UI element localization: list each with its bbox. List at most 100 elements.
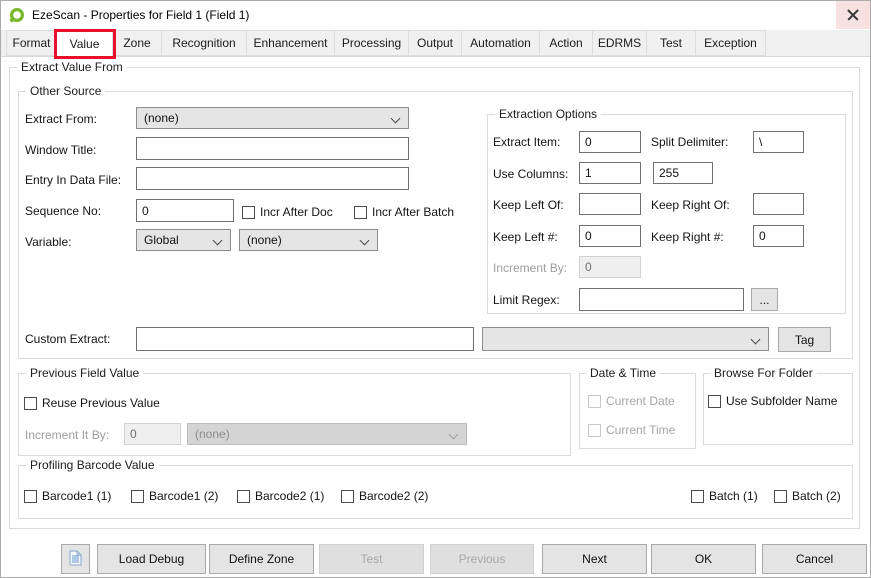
checkbox-box	[588, 395, 601, 408]
window-title: EzeScan - Properties for Field 1 (Field …	[32, 8, 249, 22]
extract-from-select[interactable]: (none)	[136, 107, 409, 129]
ok-button[interactable]: OK	[651, 544, 756, 574]
checkbox-box	[237, 490, 250, 503]
checkbox-box	[242, 206, 255, 219]
keep-left-of-input[interactable]	[579, 193, 641, 215]
current-date-checkbox: Current Date	[588, 393, 675, 409]
tag-button[interactable]: Tag	[778, 327, 831, 352]
custom-extract-label: Custom Extract:	[25, 332, 110, 347]
tab-automation[interactable]: Automation	[461, 30, 540, 56]
custom-extract-tag-select[interactable]	[482, 327, 769, 351]
tab-edrms[interactable]: EDRMS	[592, 30, 647, 56]
define-zone-button[interactable]: Define Zone	[209, 544, 314, 574]
tab-exception[interactable]: Exception	[695, 30, 766, 56]
keep-right-of-label: Keep Right Of:	[651, 198, 730, 213]
checkbox-box	[24, 397, 37, 410]
keep-right-num-label: Keep Right #:	[651, 230, 724, 245]
tab-enhancement[interactable]: Enhancement	[246, 30, 335, 56]
checkbox-box	[708, 395, 721, 408]
incr-after-batch-checkbox[interactable]: Incr After Batch	[354, 204, 454, 220]
chevron-down-icon	[449, 430, 459, 440]
previous-button: Previous	[430, 544, 534, 574]
tab-action[interactable]: Action	[539, 30, 593, 56]
use-columns-from-input[interactable]	[579, 162, 641, 184]
use-columns-to-input[interactable]	[653, 162, 713, 184]
increment-by-label: Increment By:	[493, 261, 567, 276]
group-title-profiling-barcode-value: Profiling Barcode Value	[26, 458, 159, 472]
tab-test[interactable]: Test	[646, 30, 696, 56]
window-title-input[interactable]	[136, 137, 409, 160]
increment-by-input	[579, 256, 641, 278]
keep-left-of-label: Keep Left Of:	[493, 198, 564, 213]
increment-it-by-select: (none)	[187, 423, 467, 445]
limit-regex-label: Limit Regex:	[493, 293, 560, 308]
tab-zone[interactable]: Zone	[112, 30, 162, 56]
next-button[interactable]: Next	[542, 544, 647, 574]
keep-right-of-input[interactable]	[753, 193, 804, 215]
limit-regex-input[interactable]	[579, 288, 744, 311]
barcode2-1-checkbox[interactable]: Barcode2 (1)	[237, 488, 324, 504]
barcode1-2-checkbox[interactable]: Barcode1 (2)	[131, 488, 218, 504]
barcode2-2-checkbox[interactable]: Barcode2 (2)	[341, 488, 428, 504]
group-title-date-time: Date & Time	[586, 366, 660, 380]
reuse-previous-value-checkbox[interactable]: Reuse Previous Value	[24, 395, 160, 411]
tab-recognition[interactable]: Recognition	[161, 30, 247, 56]
variable-label: Variable:	[25, 235, 71, 250]
load-debug-button[interactable]: Load Debug	[97, 544, 206, 574]
checkbox-box	[774, 490, 787, 503]
close-icon	[847, 9, 859, 21]
tab-processing[interactable]: Processing	[334, 30, 409, 56]
increment-it-by-input	[124, 423, 181, 445]
keep-right-num-input[interactable]	[753, 225, 804, 247]
batch-1-checkbox[interactable]: Batch (1)	[691, 488, 758, 504]
close-button[interactable]	[836, 1, 870, 29]
group-browse-for-folder	[703, 373, 853, 445]
checkbox-box	[354, 206, 367, 219]
group-title-extraction-options: Extraction Options	[495, 107, 601, 121]
entry-in-data-file-input[interactable]	[136, 167, 409, 190]
incr-after-doc-checkbox[interactable]: Incr After Doc	[242, 204, 333, 220]
custom-extract-input[interactable]	[136, 327, 474, 351]
document-icon	[69, 550, 82, 569]
variable-name-select[interactable]: (none)	[239, 229, 378, 251]
tab-value[interactable]: Value	[56, 30, 113, 57]
group-title-extract-value-from: Extract Value From	[17, 60, 127, 74]
ezescan-logo-icon	[9, 7, 25, 23]
split-delimiter-input[interactable]	[753, 131, 804, 153]
tab-output[interactable]: Output	[408, 30, 462, 56]
split-delimiter-label: Split Delimiter:	[651, 135, 728, 150]
checkbox-box	[588, 424, 601, 437]
chevron-down-icon	[360, 236, 370, 246]
tab-bar: Format Value Zone Recognition Enhancemen…	[1, 30, 870, 57]
extract-from-label: Extract From:	[25, 112, 97, 127]
chevron-down-icon	[213, 236, 223, 246]
checkbox-box	[691, 490, 704, 503]
limit-regex-browse-button[interactable]: ...	[751, 288, 778, 311]
debug-log-button[interactable]	[61, 544, 90, 574]
sequence-no-label: Sequence No:	[25, 204, 101, 219]
variable-scope-select[interactable]: Global	[136, 229, 231, 251]
use-columns-label: Use Columns:	[493, 167, 568, 182]
checkbox-box	[24, 490, 37, 503]
keep-left-num-input[interactable]	[579, 225, 641, 247]
tab-format[interactable]: Format	[6, 30, 57, 56]
window-title-label: Window Title:	[25, 143, 96, 158]
use-subfolder-name-checkbox[interactable]: Use Subfolder Name	[708, 393, 837, 409]
chevron-down-icon	[391, 114, 401, 124]
batch-2-checkbox[interactable]: Batch (2)	[774, 488, 841, 504]
extract-item-label: Extract Item:	[493, 135, 560, 150]
current-time-checkbox: Current Time	[588, 422, 675, 438]
extract-item-input[interactable]	[579, 131, 641, 153]
title-bar: EzeScan - Properties for Field 1 (Field …	[1, 1, 870, 29]
barcode1-1-checkbox[interactable]: Barcode1 (1)	[24, 488, 111, 504]
group-title-previous-field-value: Previous Field Value	[26, 366, 143, 380]
sequence-no-input[interactable]	[136, 199, 234, 222]
increment-it-by-label: Increment It By:	[25, 428, 109, 443]
cancel-button[interactable]: Cancel	[762, 544, 867, 574]
checkbox-box	[131, 490, 144, 503]
group-title-other-source: Other Source	[26, 84, 105, 98]
chevron-down-icon	[751, 335, 761, 345]
keep-left-num-label: Keep Left #:	[493, 230, 558, 245]
entry-in-data-file-label: Entry In Data File:	[25, 173, 121, 188]
dialog-window: EzeScan - Properties for Field 1 (Field …	[0, 0, 871, 578]
